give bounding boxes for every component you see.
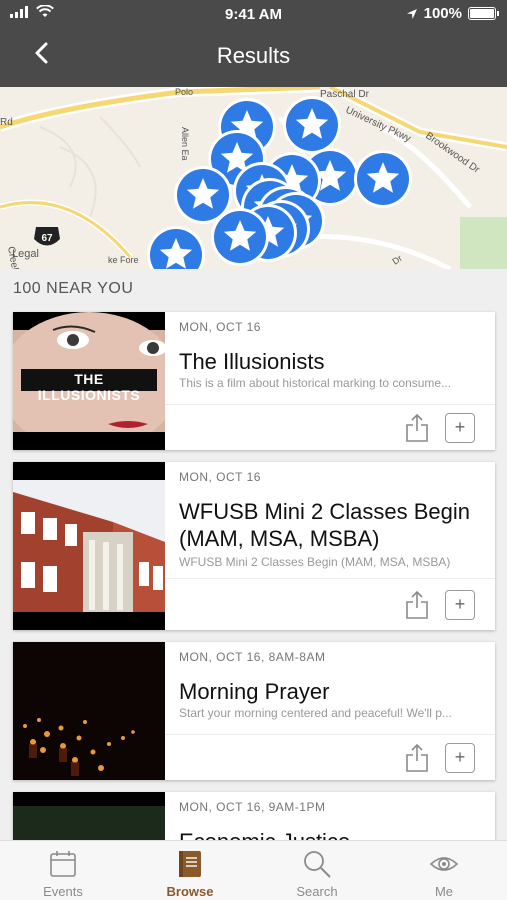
page-title: Results — [216, 43, 291, 68]
tab-label: Search — [296, 884, 338, 899]
add-event-button[interactable]: + — [445, 743, 475, 773]
map-pin-icon[interactable] — [354, 150, 412, 208]
event-actions: + — [165, 404, 495, 450]
event-description: This is a film about historical marking … — [179, 376, 452, 390]
map-pins — [147, 96, 412, 269]
event-title: The Illusionists — [179, 349, 325, 374]
tab-label: Browse — [166, 884, 214, 899]
battery-icon — [468, 7, 496, 20]
event-card[interactable]: MON, OCT 16, 8AM-8AM Morning Prayer Star… — [13, 642, 495, 780]
tab-search[interactable]: Search — [254, 841, 380, 900]
share-icon[interactable] — [405, 743, 429, 773]
eye-icon — [429, 857, 459, 871]
results-map[interactable]: Paschal Dr University Pkwy Brookwood Dr … — [0, 87, 507, 269]
event-thumbnail — [13, 642, 165, 780]
tab-events[interactable]: Events — [0, 841, 126, 900]
event-date: MON, OCT 16 — [179, 470, 261, 484]
status-bar: 9:41 AM 100% — [0, 0, 507, 28]
tab-me[interactable]: Me — [381, 841, 507, 900]
section-heading: 100 NEAR YOU — [13, 280, 134, 297]
battery-tip — [497, 11, 499, 16]
book-icon — [179, 851, 201, 877]
map-pin-icon[interactable] — [283, 96, 341, 154]
add-event-button[interactable]: + — [445, 413, 475, 443]
battery-percent: 100% — [423, 5, 462, 22]
status-right: 100% — [406, 5, 499, 22]
event-date: MON, OCT 16, 8AM-8AM — [179, 650, 326, 664]
event-thumbnail — [13, 462, 165, 630]
map-pin-icon[interactable] — [211, 208, 269, 266]
tab-label: Me — [434, 884, 454, 899]
event-actions: + — [165, 734, 495, 780]
top-bar: 9:41 AM 100% Results — [0, 0, 507, 87]
search-icon — [304, 851, 331, 878]
add-event-button[interactable]: + — [445, 590, 475, 620]
event-date: MON, OCT 16 — [179, 320, 261, 334]
tab-label: Events — [43, 884, 83, 899]
event-card[interactable]: THE ILLUSIONISTS MON, OCT 16 The Illusio… — [13, 312, 495, 450]
share-icon[interactable] — [405, 590, 429, 620]
thumb-caption: THE ILLUSIONISTS — [37, 371, 141, 403]
location-arrow-icon — [406, 8, 417, 19]
event-actions: + — [165, 578, 495, 630]
tab-browse[interactable]: Browse — [127, 841, 253, 900]
event-thumbnail: THE ILLUSIONISTS — [13, 312, 165, 450]
tab-bar: Events Browse Search Me — [0, 840, 507, 900]
event-card[interactable]: MON, OCT 16 WFUSB Mini 2 Classes Begin (… — [13, 462, 495, 630]
event-title: WFUSB Mini 2 Classes Begin (MAM, MSA, MS… — [179, 499, 470, 551]
share-icon[interactable] — [405, 413, 429, 443]
event-description: WFUSB Mini 2 Classes Begin (MAM, MSA, MS… — [179, 555, 451, 569]
calendar-icon — [50, 851, 76, 877]
map-pin-icon[interactable] — [147, 226, 205, 269]
event-date: MON, OCT 16, 9AM-1PM — [179, 800, 326, 814]
event-description: Start your morning centered and peaceful… — [179, 706, 452, 720]
event-title: Morning Prayer — [179, 679, 330, 704]
